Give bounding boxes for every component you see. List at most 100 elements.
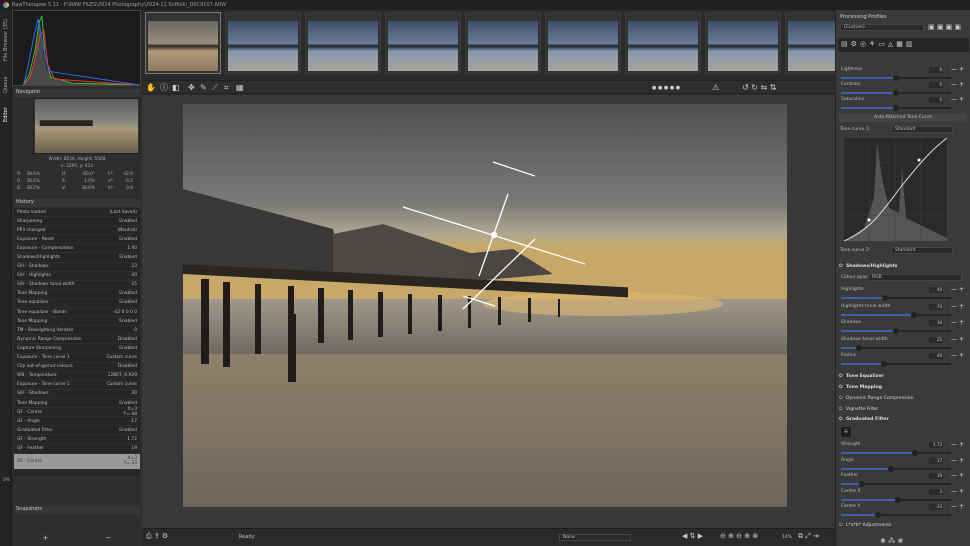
picker-icon[interactable]: ✎ bbox=[200, 83, 207, 93]
slider-handle[interactable] bbox=[881, 361, 887, 367]
shadows-highlights-header[interactable]: ⏻Shadows/Highlights bbox=[839, 263, 897, 269]
slider-lightness[interactable]: Lightness0— + bbox=[839, 67, 967, 83]
navigator-thumbnail[interactable] bbox=[33, 98, 140, 154]
history-row[interactable]: WB - Temperature12807, 0.929 bbox=[14, 372, 140, 381]
power-icon[interactable]: ⏻ bbox=[839, 263, 844, 269]
collapsed-section-header[interactable]: ⏻Vignette Filter bbox=[839, 406, 878, 412]
reset-stepper[interactable]: — + bbox=[951, 96, 964, 103]
slider-track[interactable] bbox=[841, 92, 951, 94]
slider-handle[interactable] bbox=[888, 466, 894, 472]
tool-tabs[interactable]: ▤⚙◎⚘▭◬▦▥ bbox=[838, 38, 969, 52]
filmstrip-thumbnail[interactable] bbox=[385, 12, 461, 74]
tone-curve-editor[interactable] bbox=[844, 138, 947, 241]
slider-value-input[interactable]: 30 bbox=[929, 320, 943, 326]
slider-track[interactable] bbox=[841, 514, 951, 516]
slider-track[interactable] bbox=[841, 363, 951, 365]
tone-curve-1-select[interactable]: Standard bbox=[891, 126, 953, 133]
slider-radius[interactable]: Radius40— + bbox=[839, 353, 967, 369]
slider-centre-y[interactable]: Centre Y-33— + bbox=[839, 504, 967, 520]
history-row[interactable]: Dynamic Range CompressionDisabled bbox=[14, 335, 140, 344]
filmstrip-thumbnail[interactable] bbox=[705, 12, 781, 74]
slider-angle[interactable]: Angle-17— + bbox=[839, 458, 967, 474]
power-icon[interactable]: ⏻ bbox=[839, 384, 844, 390]
rating-stars[interactable] bbox=[226, 13, 300, 20]
slider-centre-x[interactable]: Centre X3— + bbox=[839, 489, 967, 505]
panel-footer-icons[interactable]: ❀ ⁂ ❀ bbox=[880, 537, 903, 545]
auto-matched-tone-curve-button[interactable]: Auto-Matched Tone Curve bbox=[839, 114, 967, 122]
history-row[interactable]: S/H - Shadows tonal width25 bbox=[14, 281, 140, 290]
slider-track[interactable] bbox=[841, 499, 951, 501]
history-row[interactable]: SharpeningEnabled bbox=[14, 217, 140, 226]
crop-icon[interactable]: ⌗ bbox=[224, 83, 229, 93]
slider-track[interactable] bbox=[841, 77, 951, 79]
reset-stepper[interactable]: — + bbox=[951, 352, 964, 359]
collapsed-section-header[interactable]: ⏻Dynamic Range Compression bbox=[839, 395, 914, 401]
slider-track[interactable] bbox=[841, 347, 951, 349]
lab-adjustments-header[interactable]: ⏻L*a*b* Adjustments bbox=[839, 522, 891, 528]
filmstrip-thumbnail[interactable] bbox=[465, 12, 541, 74]
slider-value-input[interactable]: 0 bbox=[929, 67, 943, 73]
slider-value-input[interactable]: 1.72 bbox=[929, 442, 943, 448]
history-row[interactable]: Tone MappingEnabled bbox=[14, 290, 140, 299]
zoom-icons[interactable]: ⊖ ⊕ ⊖ ⊕ ⊗ bbox=[720, 531, 758, 541]
history-row[interactable]: S/H - Highlights40 bbox=[14, 272, 140, 281]
slider-value-input[interactable]: -33 bbox=[929, 504, 943, 510]
preset-select[interactable]: None bbox=[559, 534, 631, 541]
power-icon[interactable]: ⏻ bbox=[839, 416, 844, 422]
reset-stepper[interactable]: — + bbox=[951, 319, 964, 326]
history-row[interactable]: S/H - Shadows23 bbox=[14, 263, 140, 272]
slider-handle[interactable] bbox=[893, 75, 899, 81]
slider-handle[interactable] bbox=[859, 481, 865, 487]
info-icon[interactable]: ⓘ bbox=[160, 83, 168, 93]
tab-file-browser[interactable]: File Browser (35) bbox=[0, 10, 12, 70]
slider-strength[interactable]: Strength1.72— + bbox=[839, 442, 967, 458]
history-row[interactable]: Graduated FilterEnabled bbox=[14, 426, 140, 435]
slider-value-input[interactable]: -17 bbox=[929, 458, 943, 464]
edit-filter-icon[interactable]: ⁜ bbox=[841, 427, 851, 437]
history-row[interactable]: GF - Feather19 bbox=[14, 444, 140, 453]
tab-queue[interactable]: Queue bbox=[0, 70, 12, 100]
slider-highlights[interactable]: Highlights40— + bbox=[839, 287, 967, 303]
reset-stepper[interactable]: — + bbox=[951, 503, 964, 510]
power-icon[interactable]: ⏻ bbox=[839, 395, 844, 401]
slider-track[interactable] bbox=[841, 452, 951, 454]
rating-stars[interactable] bbox=[146, 13, 220, 20]
history-row[interactable]: Tone MappingEnabled bbox=[14, 399, 140, 408]
slider-value-input[interactable]: 0 bbox=[929, 97, 943, 103]
history-row[interactable]: TM - Reweighting iterates0 bbox=[14, 326, 140, 335]
slider-value-input[interactable]: 70 bbox=[929, 304, 943, 310]
slider-track[interactable] bbox=[841, 297, 951, 299]
before-after-icon[interactable]: ◧ bbox=[172, 83, 180, 93]
slider-contrast[interactable]: Contrast0— + bbox=[839, 82, 967, 98]
slider-track[interactable] bbox=[841, 468, 951, 470]
rating-stars[interactable] bbox=[706, 13, 780, 20]
collapsed-section-header[interactable]: ⏻Tone Mapping bbox=[839, 384, 882, 390]
rating-stars[interactable] bbox=[386, 13, 460, 20]
tab-editor[interactable]: Editor bbox=[0, 100, 12, 130]
color-channel-icons[interactable]: ● ● ● ● ● bbox=[652, 83, 680, 93]
pan-tool-icon[interactable]: ✥ bbox=[188, 83, 195, 93]
slider-track[interactable] bbox=[841, 107, 951, 109]
reset-stepper[interactable]: — + bbox=[951, 488, 964, 495]
slider-value-input[interactable]: 19 bbox=[929, 473, 943, 479]
slider-handle[interactable] bbox=[856, 345, 862, 351]
slider-handle[interactable] bbox=[882, 295, 888, 301]
filmstrip-thumbnail[interactable] bbox=[305, 12, 381, 74]
slider-handle[interactable] bbox=[912, 450, 918, 456]
reset-stepper[interactable]: — + bbox=[951, 457, 964, 464]
history-row[interactable]: Tone equalizerEnabled bbox=[14, 299, 140, 308]
slider-handle[interactable] bbox=[893, 328, 899, 334]
graduated-filter-header[interactable]: ⏻Graduated Filter bbox=[839, 416, 889, 422]
straighten-icon[interactable]: ⟋ bbox=[212, 83, 218, 93]
rating-stars[interactable] bbox=[626, 13, 700, 20]
rating-stars[interactable] bbox=[546, 13, 620, 20]
slider-handle[interactable] bbox=[893, 105, 899, 111]
perspective-icon[interactable]: ▦ bbox=[236, 83, 244, 93]
history-row[interactable]: Exposure - ResetEnabled bbox=[14, 235, 140, 244]
slider-feather[interactable]: Feather19— + bbox=[839, 473, 967, 489]
slider-value-input[interactable]: 25 bbox=[929, 337, 943, 343]
rating-stars[interactable] bbox=[306, 13, 380, 20]
rating-stars[interactable] bbox=[466, 13, 540, 20]
history-row[interactable]: S/H - Shadows30 bbox=[14, 390, 140, 399]
slider-handle[interactable] bbox=[875, 512, 881, 518]
